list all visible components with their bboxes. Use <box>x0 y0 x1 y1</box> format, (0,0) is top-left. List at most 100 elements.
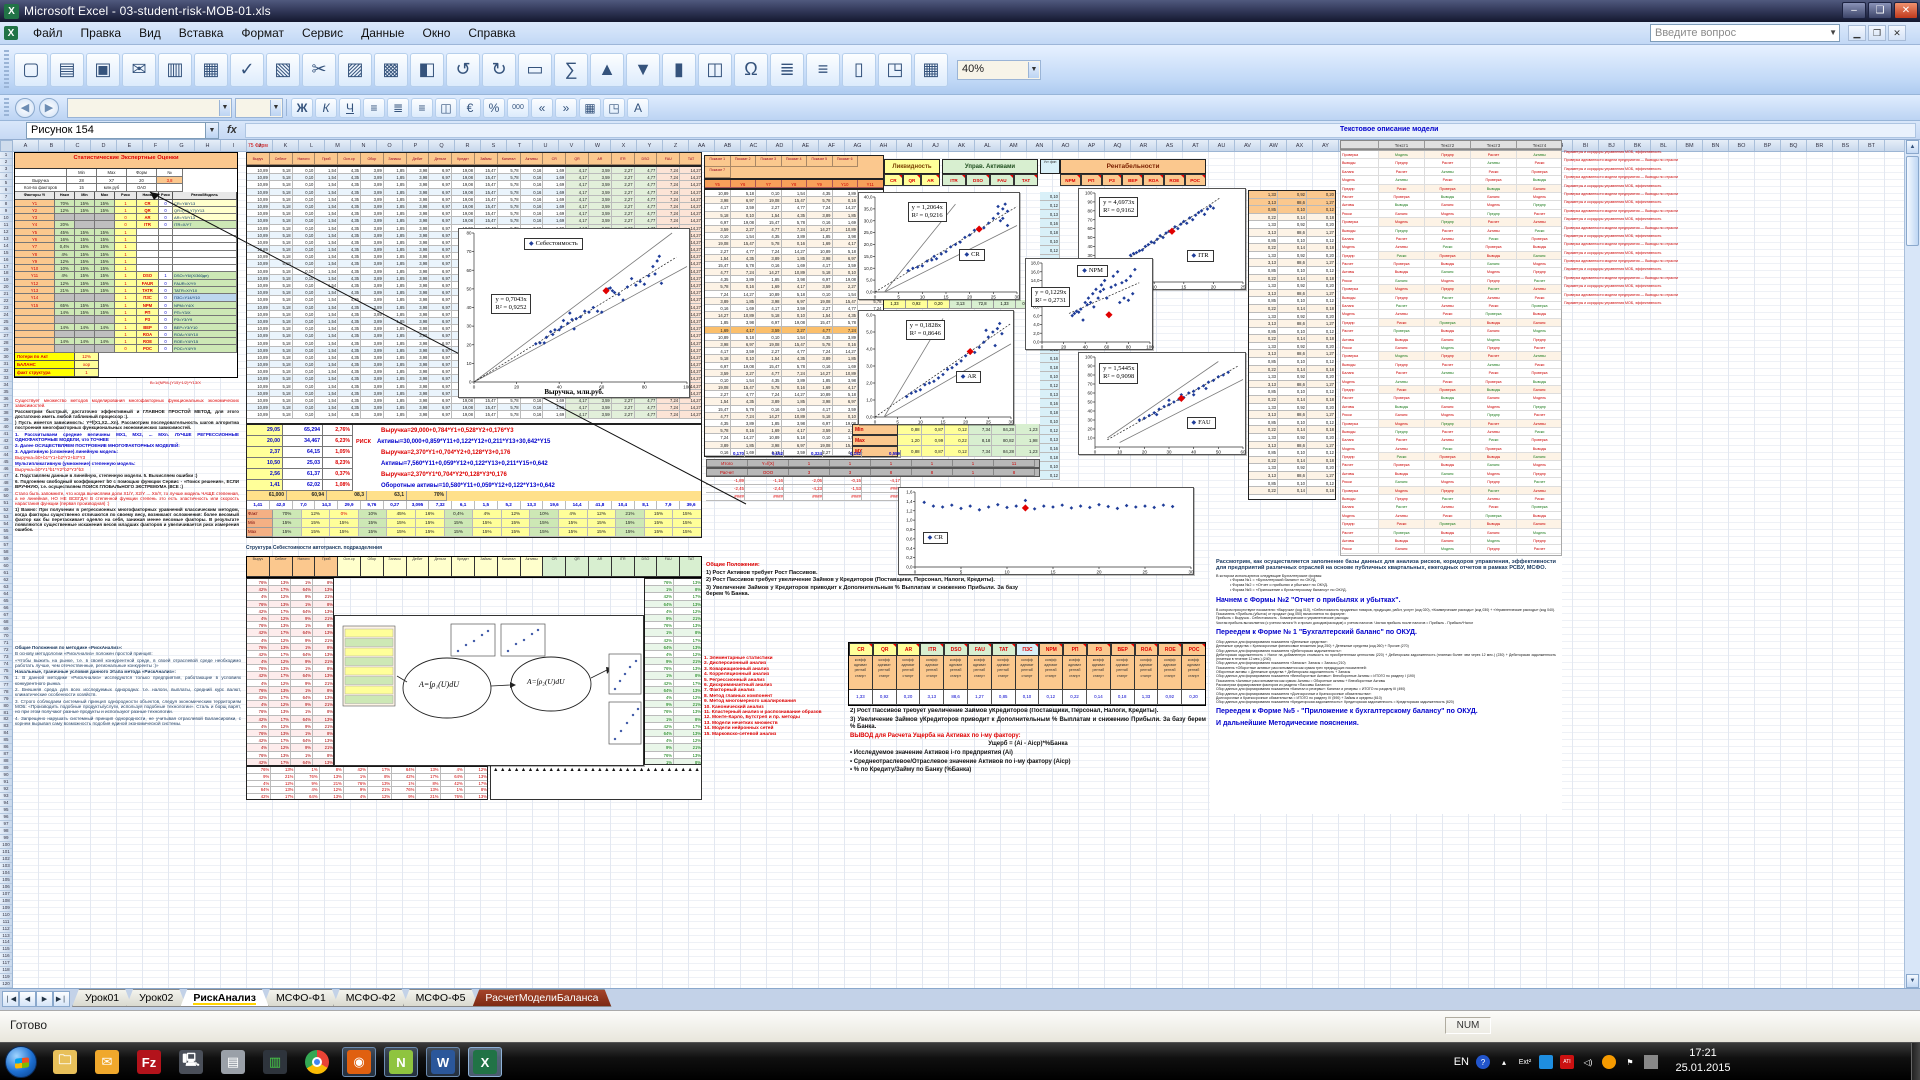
col-header-AU[interactable]: AU <box>1209 140 1235 151</box>
col-header-AD[interactable]: AD <box>767 140 793 151</box>
close-button[interactable]: ✕ <box>1894 2 1918 19</box>
row-header-103[interactable]: 103 <box>0 863 12 870</box>
row-header-97[interactable]: 97 <box>0 821 12 828</box>
col-header-X[interactable]: X <box>611 140 637 151</box>
format-icon-6[interactable]: ◫ <box>435 98 457 118</box>
col-header-BG[interactable]: BG <box>1521 140 1547 151</box>
row-header-60[interactable]: 60 <box>0 563 12 570</box>
taskbar-outlook[interactable]: ✉ <box>90 1047 124 1077</box>
row-header-78[interactable]: 78 <box>0 689 12 696</box>
toolbar-icon-19[interactable]: ◫ <box>698 53 732 87</box>
name-box-dropdown[interactable]: ▼ <box>206 122 219 139</box>
network-icon[interactable] <box>1644 1055 1658 1069</box>
font-name-combo[interactable]: ▼ <box>67 98 232 118</box>
row-header-73[interactable]: 73 <box>0 654 12 661</box>
format-icon-3[interactable]: ≡ <box>363 98 385 118</box>
row-header-101[interactable]: 101 <box>0 849 12 856</box>
menu-Файл[interactable]: Файл <box>24 24 72 42</box>
toolbar-icon-3[interactable]: ✉ <box>122 53 156 87</box>
row-header-117[interactable]: 117 <box>0 960 12 967</box>
col-header-AS[interactable]: AS <box>1157 140 1183 151</box>
teamviewer-icon[interactable] <box>1539 1055 1553 1069</box>
row-header-113[interactable]: 113 <box>0 933 12 940</box>
minimize-button[interactable]: – <box>1842 2 1866 19</box>
row-header-2[interactable]: 2 <box>0 159 12 166</box>
doc-restore-button[interactable]: ❒ <box>1868 25 1886 41</box>
show-desktop-button[interactable] <box>1911 1043 1920 1080</box>
row-header-63[interactable]: 63 <box>0 584 12 591</box>
toolbar-icon-21[interactable]: ≣ <box>770 53 804 87</box>
col-header-BN[interactable]: BN <box>1703 140 1729 151</box>
row-header-54[interactable]: 54 <box>0 521 12 528</box>
format-icon-0[interactable]: Ж <box>291 98 313 118</box>
format-icon-10[interactable]: « <box>531 98 553 118</box>
font-size-combo[interactable]: ▼ <box>235 98 283 118</box>
row-header-106[interactable]: 106 <box>0 884 12 891</box>
row-header-81[interactable]: 81 <box>0 710 12 717</box>
format-icon-12[interactable]: ▦ <box>579 98 601 118</box>
row-header-17[interactable]: 17 <box>0 264 12 271</box>
row-header-49[interactable]: 49 <box>0 487 12 494</box>
row-header-71[interactable]: 71 <box>0 640 12 647</box>
start-button[interactable] <box>5 1046 37 1078</box>
row-header-24[interactable]: 24 <box>0 312 12 319</box>
row-header-28[interactable]: 28 <box>0 340 12 347</box>
toolbar-icon-9[interactable]: ▨ <box>338 53 372 87</box>
col-header-L[interactable]: L <box>299 140 325 151</box>
row-header-100[interactable]: 100 <box>0 842 12 849</box>
col-header-BR[interactable]: BR <box>1807 140 1833 151</box>
toolbar-icon-23[interactable]: ▯ <box>842 53 876 87</box>
row-header-85[interactable]: 85 <box>0 737 12 744</box>
taskbar-firefox[interactable]: ◉ <box>342 1047 376 1077</box>
col-header-BH[interactable]: BH <box>1547 140 1573 151</box>
row-header-1[interactable]: 1 <box>0 152 12 159</box>
toolbar-icon-10[interactable]: ▩ <box>374 53 408 87</box>
col-header-U[interactable]: U <box>533 140 559 151</box>
row-header-27[interactable]: 27 <box>0 333 12 340</box>
tab-РасчетМоделиБаланса[interactable]: РасчетМоделиБаланса <box>472 989 611 1007</box>
tab-Урок01[interactable]: Урок01 <box>72 989 132 1007</box>
menu-Формат[interactable]: Формат <box>232 24 293 42</box>
menu-Справка[interactable]: Справка <box>459 24 524 42</box>
col-header-K[interactable]: K <box>273 140 299 151</box>
col-header-AX[interactable]: AX <box>1287 140 1313 151</box>
col-header-AF[interactable]: AF <box>819 140 845 151</box>
toolbar-icon-12[interactable]: ↺ <box>446 53 480 87</box>
menu-Окно[interactable]: Окно <box>413 24 459 42</box>
row-header-5[interactable]: 5 <box>0 180 12 187</box>
vertical-scroll-thumb[interactable] <box>1906 156 1919 246</box>
col-header-BK[interactable]: BK <box>1625 140 1651 151</box>
format-icon-7[interactable]: € <box>459 98 481 118</box>
row-header-79[interactable]: 79 <box>0 696 12 703</box>
taskbar-file-manager[interactable]: 🗀 <box>48 1047 82 1077</box>
row-header-120[interactable]: 120 <box>0 981 12 988</box>
row-header-107[interactable]: 107 <box>0 891 12 898</box>
col-header-AJ[interactable]: AJ <box>923 140 949 151</box>
toolbar-icon-16[interactable]: ▲ <box>590 53 624 87</box>
row-header-82[interactable]: 82 <box>0 716 12 723</box>
col-header-AI[interactable]: AI <box>897 140 923 151</box>
row-header-3[interactable]: 3 <box>0 166 12 173</box>
col-header-AH[interactable]: AH <box>871 140 897 151</box>
toolbar-icon-18[interactable]: ▮ <box>662 53 696 87</box>
row-header-22[interactable]: 22 <box>0 298 12 305</box>
row-header-14[interactable]: 14 <box>0 243 12 250</box>
col-header-AP[interactable]: AP <box>1079 140 1105 151</box>
row-header-105[interactable]: 105 <box>0 877 12 884</box>
col-header-AK[interactable]: AK <box>949 140 975 151</box>
col-header-AE[interactable]: AE <box>793 140 819 151</box>
row-header-89[interactable]: 89 <box>0 765 12 772</box>
row-header-34[interactable]: 34 <box>0 382 12 389</box>
row-header-119[interactable]: 119 <box>0 974 12 981</box>
row-header-41[interactable]: 41 <box>0 431 12 438</box>
row-header-39[interactable]: 39 <box>0 417 12 424</box>
row-header-93[interactable]: 93 <box>0 793 12 800</box>
row-header-9[interactable]: 9 <box>0 208 12 215</box>
doc-close-button[interactable]: ✕ <box>1888 25 1906 41</box>
doc-minimize-button[interactable]: ▁ <box>1848 25 1866 41</box>
formula-input[interactable] <box>245 123 1916 138</box>
row-header-114[interactable]: 114 <box>0 939 12 946</box>
row-header-69[interactable]: 69 <box>0 626 12 633</box>
taskbar-chrome[interactable] <box>300 1047 334 1077</box>
row-header-94[interactable]: 94 <box>0 800 12 807</box>
